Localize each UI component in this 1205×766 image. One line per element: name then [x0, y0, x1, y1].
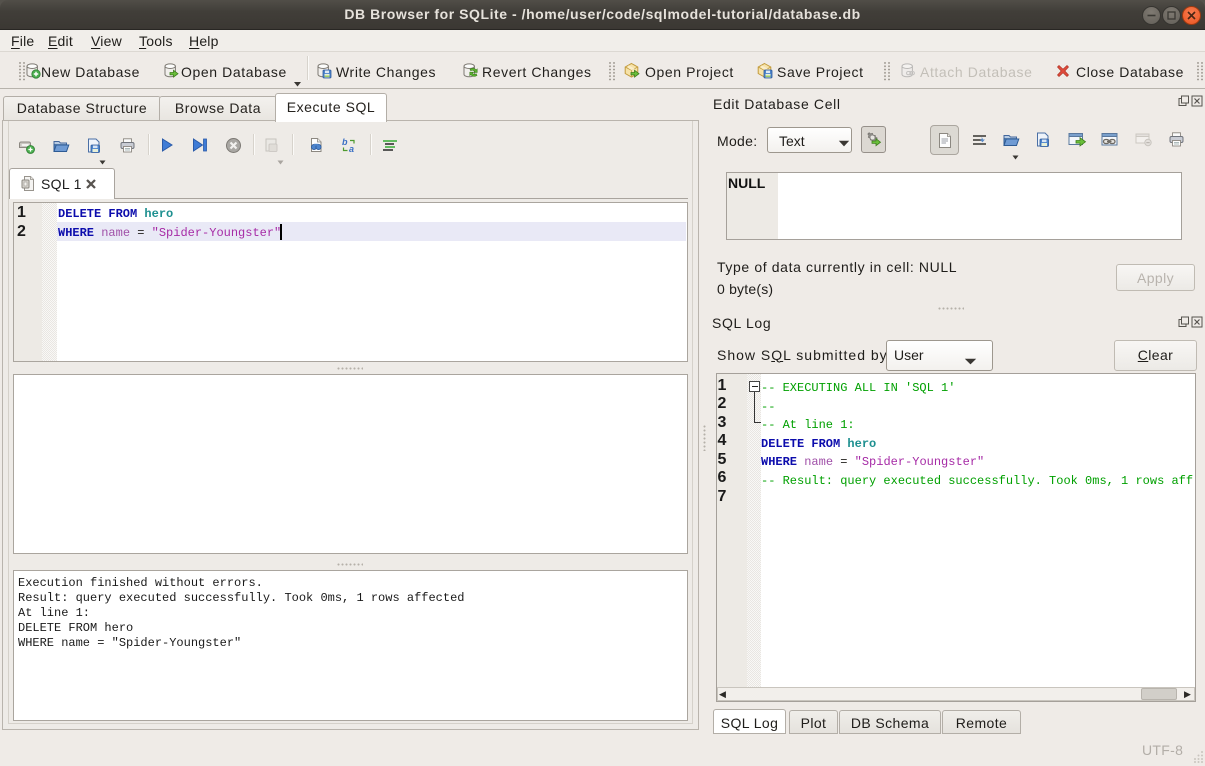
svg-text:b: b [342, 137, 348, 147]
svg-text:a: a [349, 144, 354, 154]
